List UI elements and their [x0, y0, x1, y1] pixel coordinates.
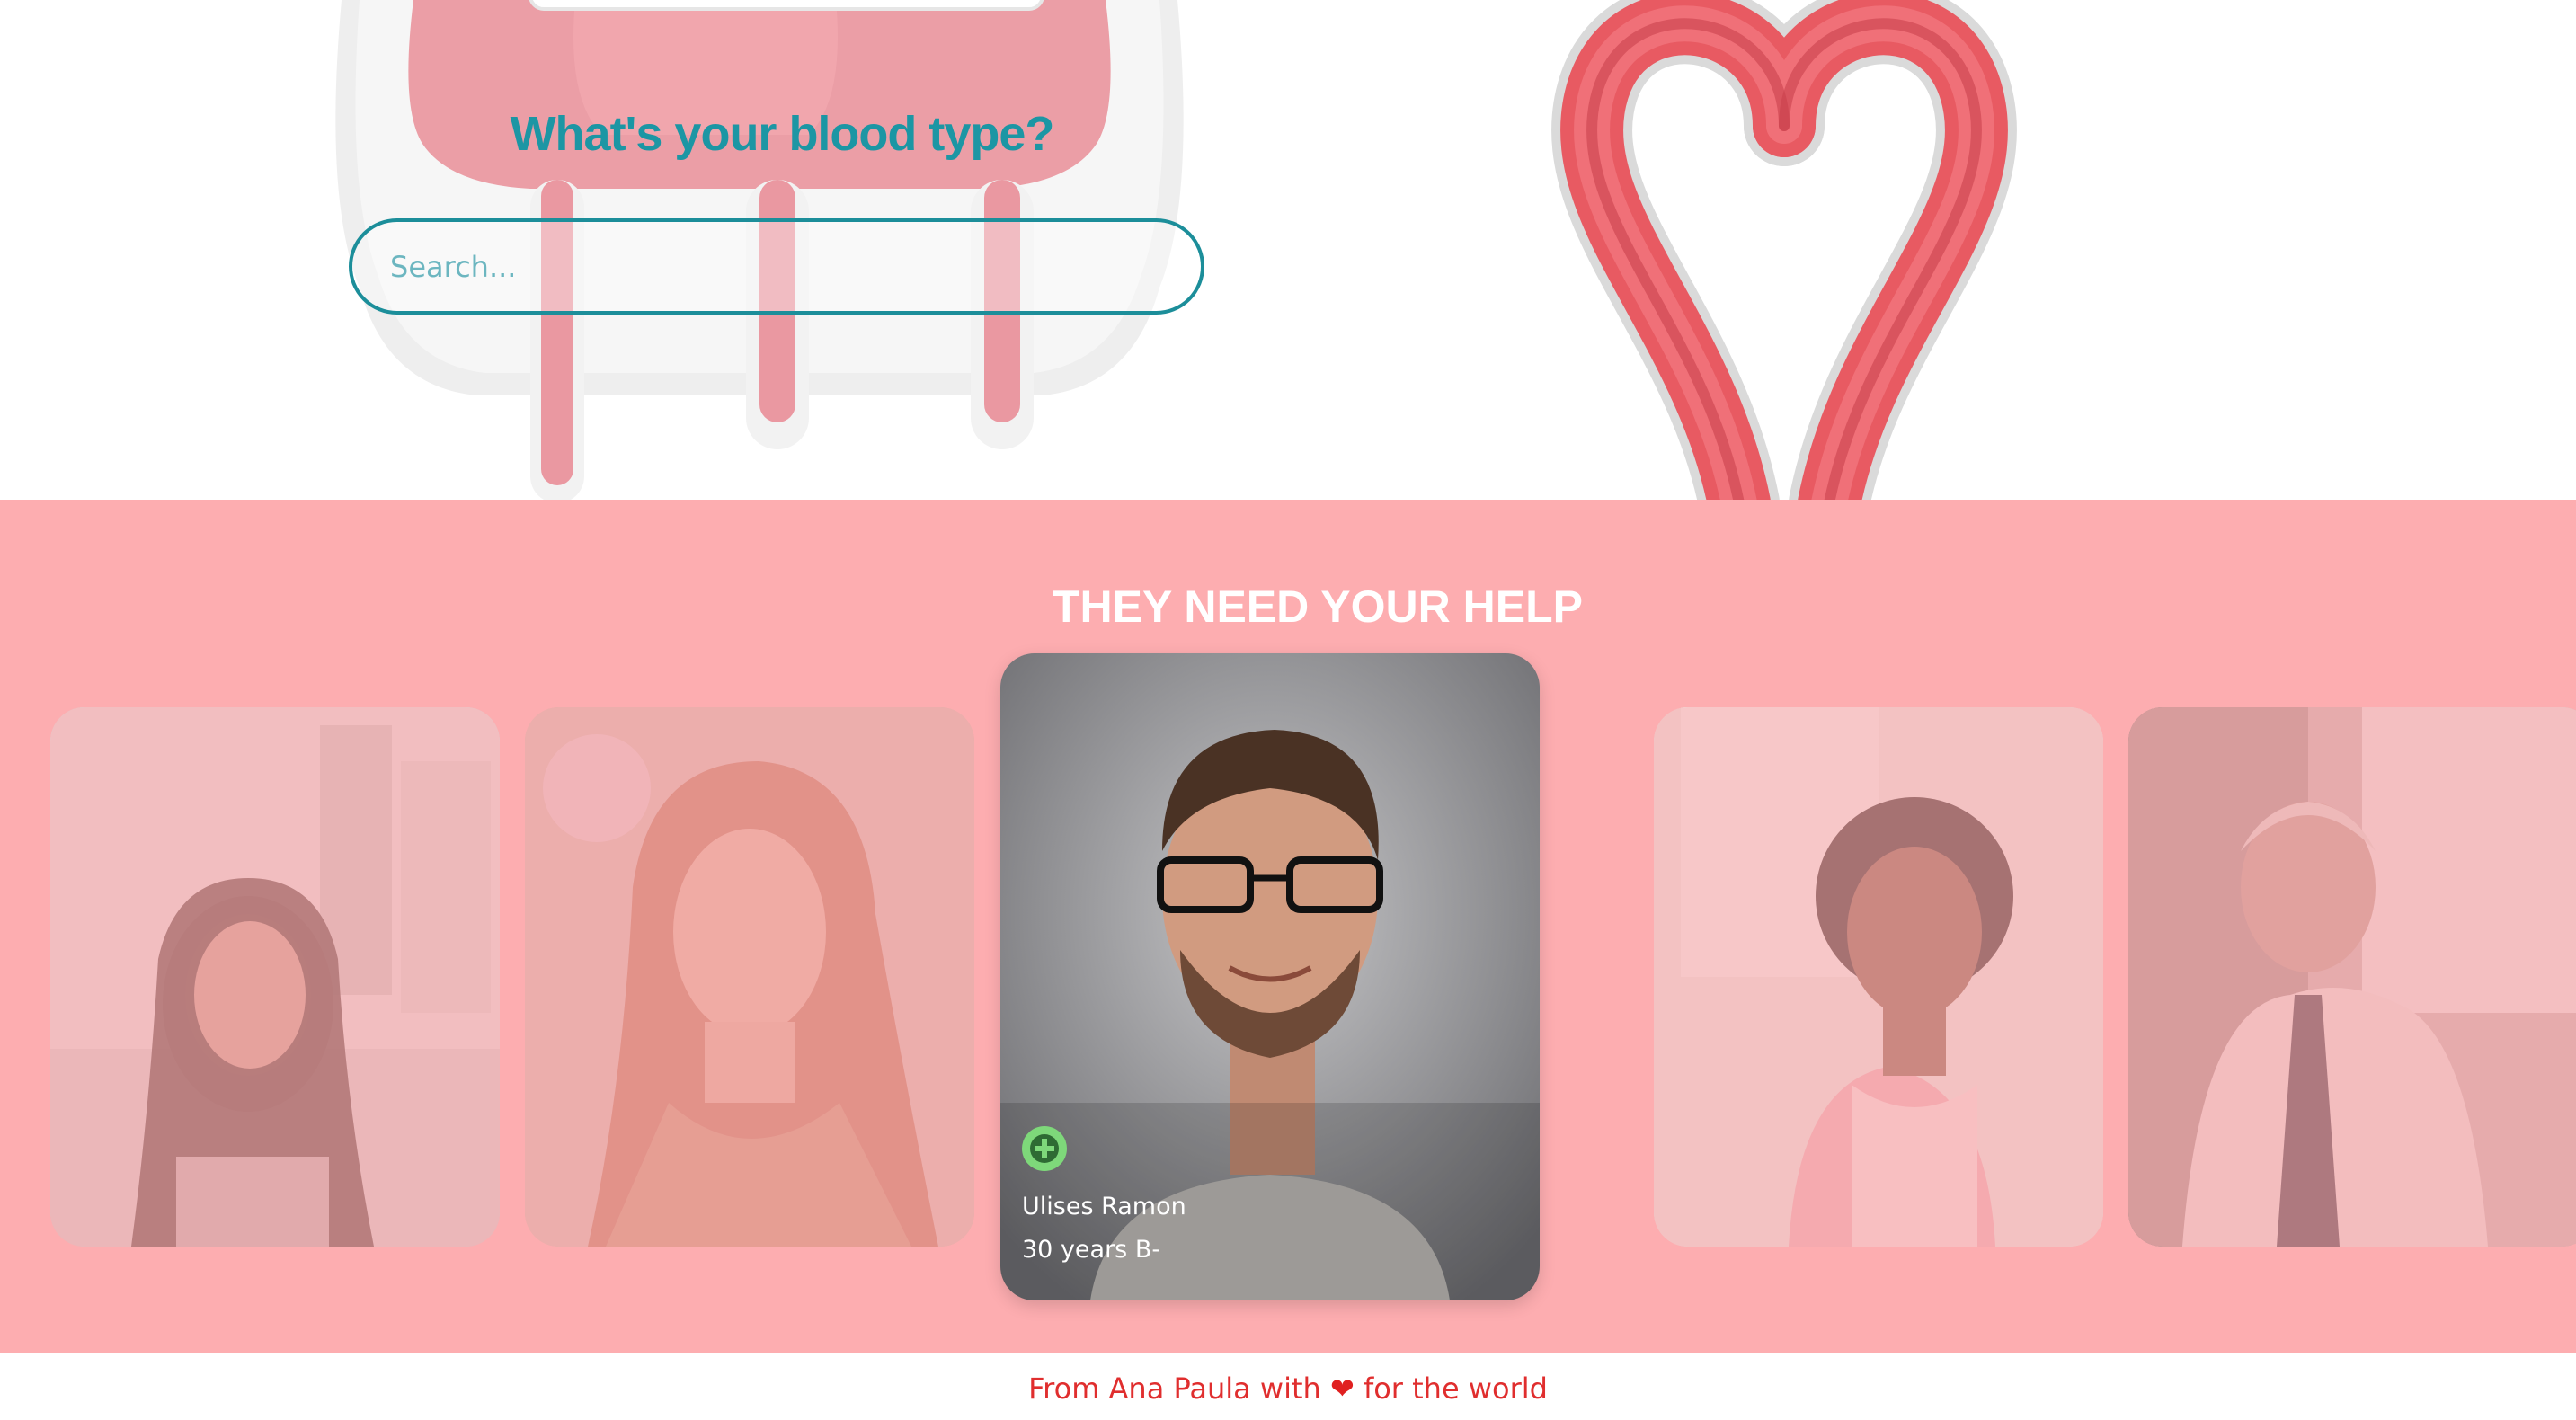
hero-section: What's your blood type? — [0, 0, 2576, 500]
footer-credit: From Ana Paula with ❤ for the world — [0, 1371, 2576, 1406]
person-card[interactable] — [50, 707, 500, 1247]
page-title: What's your blood type? — [510, 107, 1055, 161]
add-donor-button[interactable] — [1022, 1126, 1067, 1171]
person-card[interactable] — [1654, 707, 2103, 1247]
heart-illustration — [1551, 0, 2017, 500]
person-photo — [525, 707, 974, 1247]
help-section: THEY NEED YOUR HELP Ulises Ramon 30 year… — [0, 500, 2576, 1353]
footer: From Ana Paula with ❤ for the world — [0, 1353, 2576, 1420]
person-photo — [1654, 707, 2103, 1247]
footer-prefix: From Ana Paula with — [1028, 1371, 1321, 1406]
featured-person-card[interactable]: Ulises Ramon 30 years B- — [1000, 653, 1540, 1300]
person-card[interactable] — [525, 707, 974, 1247]
search-input[interactable] — [352, 222, 1201, 311]
heart-icon: ❤ — [1329, 1371, 1355, 1406]
plus-icon — [1030, 1134, 1059, 1163]
help-heading: THEY NEED YOUR HELP — [1053, 581, 1583, 632]
person-age-blood-type: 30 years B- — [1022, 1236, 1161, 1264]
person-card[interactable] — [2128, 707, 2576, 1247]
footer-suffix: for the world — [1363, 1371, 1548, 1406]
person-name: Ulises Ramon — [1022, 1193, 1186, 1220]
person-photo — [2128, 707, 2576, 1247]
person-photo — [50, 707, 500, 1247]
search-box[interactable] — [349, 218, 1204, 315]
